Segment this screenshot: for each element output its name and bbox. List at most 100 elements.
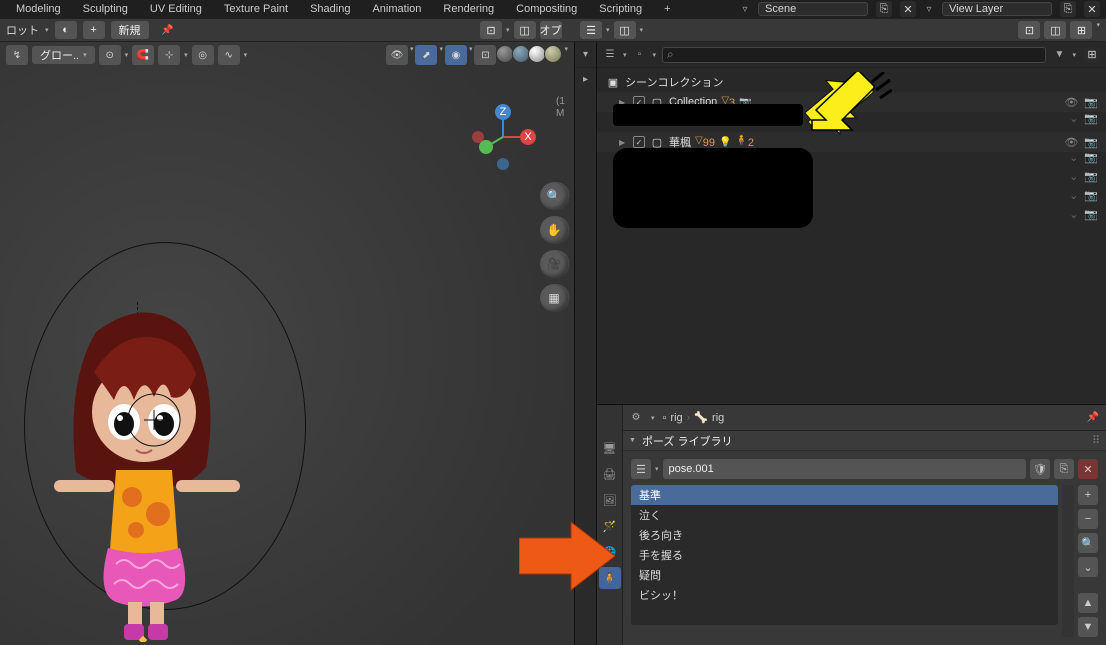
navigation-gizmo[interactable]: X Z	[468, 102, 538, 172]
hdr2-btn-3[interactable]: オプ	[540, 21, 562, 39]
pose-list-scrollbar[interactable]	[1062, 485, 1074, 637]
outliner-display-icon[interactable]: ▫	[633, 48, 647, 62]
vis-icon[interactable]: ⌄	[1069, 151, 1078, 164]
hdr2-btn-2[interactable]: ◫	[514, 21, 536, 39]
visibility-icon[interactable]: 👁	[1064, 96, 1078, 109]
render-icon[interactable]: 📷	[1084, 208, 1098, 221]
pose-library-panel-header[interactable]: ▼ ポーズ ライブラリ ⠿	[623, 431, 1106, 451]
pose-item-2[interactable]: 後ろ向き	[631, 525, 1058, 545]
pose-list[interactable]: 基準 泣く 後ろ向き 手を握る 疑問 ビシッ！	[631, 485, 1058, 625]
tl-pan-icon[interactable]: ✋	[540, 216, 568, 244]
vis-icon[interactable]: ⌄	[1069, 112, 1078, 125]
add-icon[interactable]: +	[83, 21, 105, 39]
vis-icon[interactable]: ⌄	[1069, 170, 1078, 183]
orientation-icon[interactable]: ◐	[55, 21, 77, 39]
pose-item-5[interactable]: ビシッ！	[631, 585, 1058, 605]
panel-menu-icon[interactable]: ⠿	[1092, 434, 1100, 447]
character-model[interactable]	[36, 302, 256, 642]
viewlayer-label: View Layer	[949, 3, 1003, 15]
orientation-field[interactable]: グロー..▾	[32, 46, 95, 64]
scene-field[interactable]: Scene	[758, 2, 868, 16]
hdr3-btn-1[interactable]: ☰	[580, 21, 602, 39]
pivot-icon[interactable]: ⊙	[99, 45, 121, 65]
panel-disclosure-icon[interactable]: ▼	[629, 437, 636, 444]
props-editor-icon[interactable]: ⚙	[629, 411, 643, 425]
move-pose-down-button[interactable]: ▼	[1078, 617, 1098, 637]
pose-item-3[interactable]: 手を握る	[631, 545, 1058, 565]
hdr-btn-1[interactable]: ⊡	[1018, 21, 1040, 39]
tl-grid-icon[interactable]: ▦	[540, 284, 568, 312]
scene-delete-button[interactable]: ✕	[900, 1, 916, 17]
vis-icon[interactable]: ⌄	[1069, 208, 1078, 221]
pose-item-0[interactable]: 基準	[631, 485, 1058, 505]
collection-checkbox[interactable]	[633, 136, 645, 148]
propedit-type-icon[interactable]: ∿	[218, 45, 240, 65]
breadcrumb[interactable]: ▫ rig › 🦴 rig	[663, 411, 725, 424]
shading-modes[interactable]	[498, 45, 562, 65]
add-workspace-button[interactable]: +	[654, 1, 674, 17]
pin-icon[interactable]: 📌	[161, 23, 175, 37]
outliner-search-input[interactable]	[662, 47, 1046, 63]
tab-modeling[interactable]: Modeling	[6, 1, 71, 17]
propedit-icon[interactable]: ◎	[192, 45, 214, 65]
tl-cam-icon[interactable]: 🎥	[540, 250, 568, 278]
scene-new-button[interactable]: ⎘	[876, 1, 892, 17]
action-name-label: pose.001	[669, 463, 714, 475]
tab-animation[interactable]: Animation	[362, 1, 431, 17]
move-pose-up-button[interactable]: ▲	[1078, 593, 1098, 613]
tab-compositing[interactable]: Compositing	[506, 1, 587, 17]
outliner-tree[interactable]: ▣ シーンコレクション ▶ ▢ Collection ▽3 📷	[597, 68, 1106, 404]
unlink-action-button[interactable]: ✕	[1078, 459, 1098, 479]
hdr-btn-2[interactable]: ◫	[1044, 21, 1066, 39]
action-name-field[interactable]: pose.001	[663, 459, 1026, 479]
render-vis-icon[interactable]: 📷	[1084, 96, 1098, 109]
fake-user-button[interactable]: 🛡	[1030, 459, 1050, 479]
ptab-output-icon[interactable]: 🖨	[599, 463, 621, 485]
tab-texturepaint[interactable]: Texture Paint	[214, 1, 298, 17]
pose-item-4[interactable]: 疑問	[631, 565, 1058, 585]
hdr2-btn-1[interactable]: ⊡	[480, 21, 502, 39]
viewlayer-field[interactable]: View Layer	[942, 2, 1052, 16]
vis-icon[interactable]: ⌄	[1069, 189, 1078, 202]
action-browse-icon[interactable]: ☰	[631, 459, 651, 479]
hdr3-btn-2[interactable]: ◫	[614, 21, 636, 39]
snap-target-icon[interactable]: ⊹	[158, 45, 180, 65]
timeline-menu-icon[interactable]: ▾	[579, 48, 593, 62]
add-pose-button[interactable]: +	[1078, 485, 1098, 505]
vis-gizmo-icon[interactable]: 👁	[386, 45, 408, 65]
tab-rendering[interactable]: Rendering	[433, 1, 504, 17]
disclosure-icon[interactable]: ▶	[619, 138, 629, 147]
pose-specials-button[interactable]: ⌄	[1078, 557, 1098, 577]
outliner-editor-icon[interactable]: ☰	[603, 48, 617, 62]
3d-viewport[interactable]: ↯ グロー..▾ ⊙▾ 🧲 ⊹▾ ◎ ∿▾ 👁▾ ⬈▾ ◉▾ ⊡ ▾	[0, 42, 575, 645]
tab-sculpting[interactable]: Sculpting	[73, 1, 138, 17]
pin-icon[interactable]: 📌	[1086, 411, 1100, 425]
xray-icon[interactable]: ⊡	[474, 45, 496, 65]
tab-shading[interactable]: Shading	[300, 1, 360, 17]
outliner-new-collection-button[interactable]: ⊞	[1084, 47, 1100, 63]
ptab-render-icon[interactable]: 🖥	[599, 437, 621, 459]
overlay-toggle-icon[interactable]: ◉	[445, 45, 467, 65]
render-icon[interactable]: 📷	[1084, 189, 1098, 202]
tab-scripting[interactable]: Scripting	[589, 1, 652, 17]
pose-item-1[interactable]: 泣く	[631, 505, 1058, 525]
tl-zoom-icon[interactable]: 🔍	[540, 182, 568, 210]
tab-uvediting[interactable]: UV Editing	[140, 1, 212, 17]
outliner-filter-icon[interactable]: ▼	[1052, 48, 1066, 62]
viewlayer-delete-button[interactable]: ✕	[1084, 1, 1100, 17]
shading-rendered-icon[interactable]	[544, 45, 562, 63]
new-button[interactable]: 新規	[111, 21, 149, 39]
hdr-btn-3[interactable]: ⊞	[1070, 21, 1092, 39]
duplicate-action-button[interactable]: ⎘	[1054, 459, 1074, 479]
viewlayer-new-button[interactable]: ⎘	[1060, 1, 1076, 17]
render-icon[interactable]: 📷	[1084, 112, 1098, 125]
snap-icon[interactable]: 🧲	[132, 45, 154, 65]
gizmo-toggle-icon[interactable]: ⬈	[415, 45, 437, 65]
cursor-tool-icon[interactable]: ↯	[6, 45, 28, 65]
render-icon[interactable]: 📷	[1084, 170, 1098, 183]
ptab-viewlayer-icon[interactable]: 🖼	[599, 489, 621, 511]
remove-pose-button[interactable]: −	[1078, 509, 1098, 529]
apply-pose-button[interactable]: 🔍	[1078, 533, 1098, 553]
tl-opt-icon[interactable]: ▸	[579, 72, 593, 86]
render-icon[interactable]: 📷	[1084, 151, 1098, 164]
